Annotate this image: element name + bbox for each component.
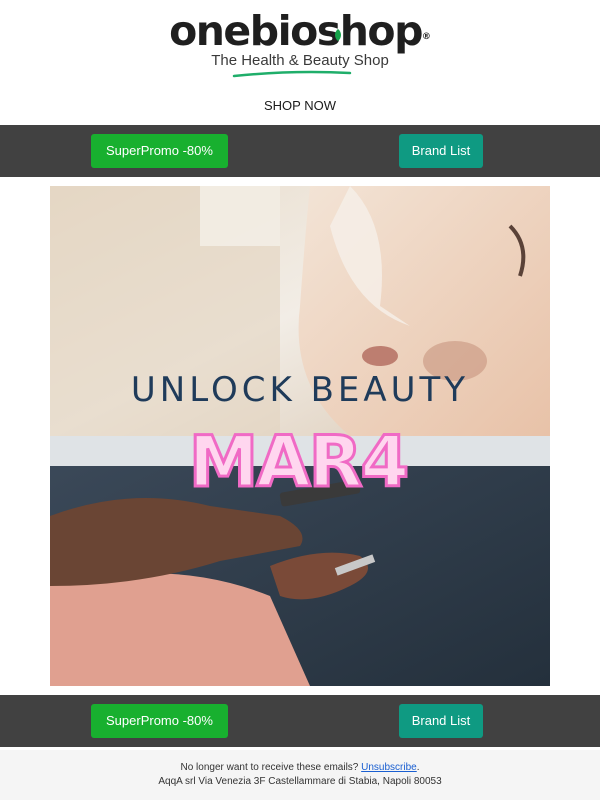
company-address: AqqA srl Via Venezia 3F Castellammare di… [158,776,442,787]
hero-banner[interactable]: UNLOCK BEAUTY MAR4 [50,186,550,686]
brand-list-button-bottom[interactable]: Brand List [399,704,483,738]
brand-list-button[interactable]: Brand List [399,134,483,168]
hero-headline: UNLOCK BEAUTY [131,370,469,410]
hero-promo-code: MAR4 [189,421,407,503]
top-nav-bar: SuperPromo -80% Brand List [0,125,600,177]
tagline-swoosh [232,70,352,78]
email-header: onebioshop® The Health & Beauty Shop SHO… [0,0,600,125]
superpromo-button[interactable]: SuperPromo -80% [91,134,228,168]
brand-logo[interactable]: onebioshop® [0,8,600,54]
bottom-nav-bar: SuperPromo -80% Brand List [0,695,600,747]
unsubscribe-suffix: . [416,762,420,773]
email-footer: No longer want to receive these emails? … [0,750,600,800]
shop-now-link[interactable]: SHOP NOW [0,98,600,114]
logo-registered-mark: ® [421,32,431,42]
unsubscribe-line: No longer want to receive these emails? … [0,761,600,774]
superpromo-button-bottom[interactable]: SuperPromo -80% [91,704,228,738]
hero-image: UNLOCK BEAUTY MAR4 [50,186,550,686]
unsubscribe-prompt: No longer want to receive these emails? [180,762,359,773]
logo-text: onebioshop [169,7,423,55]
unsubscribe-link[interactable]: Unsubscribe [361,762,417,773]
leaf-icon [335,29,341,41]
